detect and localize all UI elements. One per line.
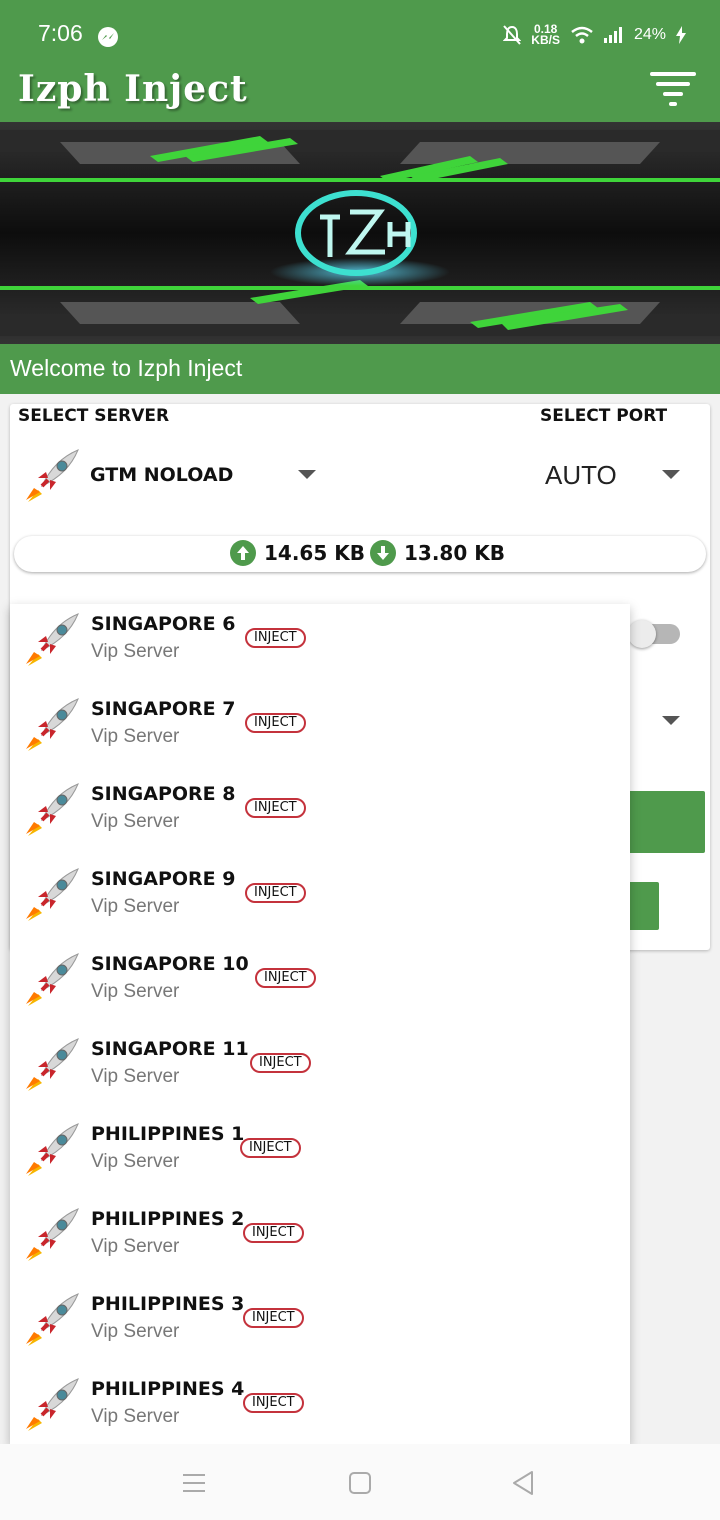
rocket-icon: [26, 613, 79, 666]
charging-icon: [676, 26, 686, 44]
speed-unit: KB/S: [531, 33, 560, 47]
server-name: SINGAPORE 7: [91, 698, 236, 720]
battery-percent: 24%: [633, 26, 666, 43]
rocket-icon: [26, 1038, 79, 1091]
secondary-chevron-down-icon[interactable]: [662, 716, 680, 725]
port-chevron-down-icon[interactable]: [662, 470, 680, 479]
server-subtitle: Vip Server: [91, 1066, 180, 1087]
server-subtitle: Vip Server: [91, 896, 180, 917]
server-subtitle: Vip Server: [91, 1321, 180, 1342]
nav-home-icon[interactable]: [349, 1472, 371, 1494]
wifi-icon: [571, 26, 593, 44]
status-icons: 0.18 KB/S 24%: [503, 23, 686, 47]
inject-badge: INJECT: [243, 1223, 304, 1243]
list-item[interactable]: SINGAPORE 6 Vip Server INJECT: [10, 604, 630, 689]
app-title: Izph Inject: [18, 68, 248, 110]
app-bar: Izph Inject: [0, 66, 720, 122]
server-subtitle: Vip Server: [91, 1151, 180, 1172]
inject-badge: INJECT: [240, 1138, 301, 1158]
status-time: 7:06: [38, 20, 83, 46]
rocket-icon: [26, 698, 79, 751]
connect-button[interactable]: [626, 791, 705, 853]
signal-icon: [603, 27, 622, 43]
download-stat: 13.80 KB: [370, 540, 505, 566]
server-subtitle: Vip Server: [91, 981, 180, 1002]
nav-back-icon[interactable]: [512, 1470, 534, 1496]
upload-stat: 14.65 KB: [230, 540, 365, 566]
server-subtitle: Vip Server: [91, 811, 180, 832]
bell-off-icon: [503, 25, 522, 45]
list-item[interactable]: PHILIPPINES 1 Vip Server INJECT: [10, 1114, 630, 1199]
secondary-button[interactable]: [626, 882, 659, 930]
server-name: SINGAPORE 11: [91, 1038, 249, 1060]
rocket-icon: [26, 1378, 79, 1431]
rocket-icon: [26, 1293, 79, 1346]
server-name: PHILIPPINES 1: [91, 1123, 245, 1145]
rocket-icon: [26, 953, 79, 1006]
server-name: SINGAPORE 6: [91, 613, 236, 635]
server-subtitle: Vip Server: [91, 641, 180, 662]
server-dropdown-list: SINGAPORE 6 Vip Server INJECT SINGAPORE 7 V…: [10, 604, 630, 1444]
list-item[interactable]: PHILIPPINES 2 Vip Server INJECT: [10, 1199, 630, 1284]
rocket-icon: [26, 449, 79, 502]
inject-badge: INJECT: [245, 628, 306, 648]
download-value: 13.80 KB: [404, 541, 505, 565]
toggle-switch[interactable]: [628, 620, 656, 648]
network-speed: 0.18 KB/S: [531, 23, 560, 47]
rocket-icon: [26, 1123, 79, 1176]
server-subtitle: Vip Server: [91, 726, 180, 747]
upload-arrow-icon: [230, 540, 256, 566]
messenger-icon: [98, 27, 118, 47]
list-item[interactable]: SINGAPORE 11 Vip Server INJECT: [10, 1029, 630, 1114]
list-item[interactable]: SINGAPORE 9 Vip Server INJECT: [10, 859, 630, 944]
inject-badge: INJECT: [245, 713, 306, 733]
inject-badge: INJECT: [243, 1393, 304, 1413]
server-name: PHILIPPINES 3: [91, 1293, 245, 1315]
nav-menu-icon[interactable]: [183, 1472, 207, 1494]
traffic-indicator: 14.65 KB 13.80 KB: [14, 536, 706, 572]
status-bar: 7:06 0.18 KB/S 24%: [0, 0, 720, 66]
server-selector[interactable]: GTM NOLOAD: [10, 440, 320, 506]
server-subtitle: Vip Server: [91, 1236, 180, 1257]
server-name: PHILIPPINES 4: [91, 1378, 245, 1400]
system-nav-bar: [0, 1444, 720, 1520]
upload-value: 14.65 KB: [264, 541, 365, 565]
list-item[interactable]: PHILIPPINES 3 Vip Server INJECT: [10, 1284, 630, 1369]
inject-badge: INJECT: [255, 968, 316, 988]
select-server-label: SELECT SERVER: [18, 406, 170, 426]
server-name: PHILIPPINES 2: [91, 1208, 245, 1230]
list-item[interactable]: SINGAPORE 10 Vip Server INJECT: [10, 944, 630, 1029]
inject-badge: INJECT: [245, 798, 306, 818]
download-arrow-icon: [370, 540, 396, 566]
server-name: SINGAPORE 9: [91, 868, 236, 890]
server-name: SINGAPORE 10: [91, 953, 249, 975]
banner-image: [0, 122, 720, 344]
rocket-icon: [26, 868, 79, 921]
select-port-label: SELECT PORT: [540, 406, 668, 426]
rocket-icon: [26, 1208, 79, 1261]
list-item[interactable]: SINGAPORE 8 Vip Server INJECT: [10, 774, 630, 859]
inject-badge: INJECT: [243, 1308, 304, 1328]
inject-badge: INJECT: [245, 883, 306, 903]
server-subtitle: Vip Server: [91, 1406, 180, 1427]
list-item[interactable]: SINGAPORE 7 Vip Server INJECT: [10, 689, 630, 774]
rocket-icon: [26, 783, 79, 836]
welcome-banner: Welcome to Izph Inject: [0, 344, 720, 394]
chevron-down-icon: [298, 470, 316, 479]
filter-menu-icon[interactable]: [650, 72, 696, 108]
inject-badge: INJECT: [250, 1053, 311, 1073]
list-item[interactable]: PHILIPPINES 4 Vip Server INJECT: [10, 1369, 630, 1454]
selected-port[interactable]: AUTO: [545, 460, 617, 491]
selected-server-name: GTM NOLOAD: [90, 464, 234, 486]
server-name: SINGAPORE 8: [91, 783, 236, 805]
